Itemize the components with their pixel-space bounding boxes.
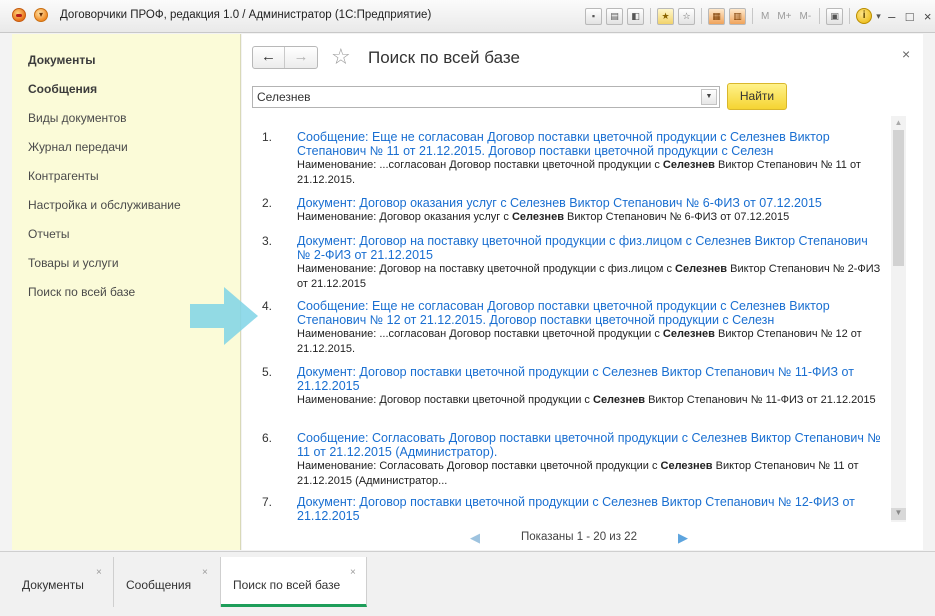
memory-button[interactable]: M <box>759 11 771 22</box>
result-description: Наименование: ...согласован Договор пост… <box>297 159 861 186</box>
title-bar: ▾ Договорчики ПРОФ, редакция 1.0 / Админ… <box>0 0 935 33</box>
sidebar-item-goods-services[interactable]: Товары и услуги <box>28 256 119 270</box>
result-link[interactable]: Документ: Договор поставки цветочной про… <box>297 495 882 520</box>
toolbar-divider <box>752 8 753 24</box>
result-description: Наименование: Договор оказания услуг с С… <box>297 211 790 223</box>
vertical-scrollbar[interactable]: ▲ ▼ <box>891 116 906 522</box>
dropdown-arrow-icon[interactable]: ▼ <box>701 89 717 105</box>
toolbar-divider <box>650 8 651 24</box>
window-edge <box>923 34 935 550</box>
sidebar-item-full-text-search[interactable]: Поиск по всей базе <box>28 285 135 299</box>
tab-messages[interactable]: Сообщения × <box>114 557 221 607</box>
sidebar-item-counterparties[interactable]: Контрагенты <box>28 169 99 183</box>
result-number: 4. <box>262 299 273 313</box>
tab-label: Документы <box>22 578 84 592</box>
tab-documents[interactable]: Документы × <box>10 557 114 607</box>
sidebar-item-transfer-log[interactable]: Журнал передачи <box>28 140 128 154</box>
search-form: ← → ☆ Поиск по всей базе × ▼ Найти 1. Со… <box>242 34 923 550</box>
save-icon[interactable]: ▪ <box>585 7 602 25</box>
result-description: Наименование: Договор поставки цветочной… <box>297 394 876 406</box>
close-window-button[interactable]: × <box>921 9 935 24</box>
close-icon[interactable]: × <box>350 567 356 578</box>
minimize-button[interactable]: – <box>885 9 899 24</box>
preview-icon[interactable]: ◧ <box>627 7 644 25</box>
result-link[interactable]: Документ: Договор поставки цветочной про… <box>297 365 882 393</box>
result-number: 3. <box>262 234 273 248</box>
annotation-arrow-icon <box>190 287 258 345</box>
result-description: Наименование: ...согласован Договор пост… <box>297 328 862 355</box>
panels-icon[interactable]: ▣ <box>826 7 844 25</box>
forward-arrow-icon[interactable]: → <box>285 47 317 68</box>
result-description: Наименование: Согласовать Договор постав… <box>297 460 859 487</box>
result-number: 1. <box>262 130 273 144</box>
calculator-icon[interactable]: ▦ <box>708 7 725 25</box>
result-number: 6. <box>262 431 273 445</box>
navigation-buttons: ← → <box>252 46 318 69</box>
search-input[interactable] <box>252 86 720 108</box>
memory-add-button[interactable]: M+ <box>775 11 793 22</box>
tab-label: Сообщения <box>126 578 192 592</box>
page-title: Поиск по всей базе <box>368 48 520 67</box>
tab-full-text-search[interactable]: Поиск по всей базе × <box>221 557 367 607</box>
close-icon[interactable]: × <box>96 567 102 578</box>
info-icon[interactable]: i <box>856 8 873 24</box>
toolbar-divider <box>849 8 851 24</box>
title-toolbar: ▪ ▤ ◧ ★ ☆ ▦ ▥ M M+ M- ▣ i ▾ – □ × <box>585 7 935 25</box>
toolbar-divider <box>819 8 821 24</box>
main-menu-button[interactable]: ▾ <box>34 8 48 22</box>
scrollbar-thumb[interactable] <box>893 130 904 266</box>
close-icon[interactable]: × <box>202 567 208 578</box>
result-link[interactable]: Документ: Договор на поставку цветочной … <box>297 234 882 262</box>
star-icon[interactable]: ☆ <box>331 45 351 69</box>
result-link[interactable]: Документ: Договор оказания услуг с Селез… <box>297 196 882 210</box>
memory-subtract-button[interactable]: M- <box>798 11 814 22</box>
pagination-status: Показаны 1 - 20 из 22 <box>521 531 637 543</box>
find-button[interactable]: Найти <box>727 83 787 110</box>
sidebar-item-settings[interactable]: Настройка и обслуживание <box>28 198 181 212</box>
previous-page-icon[interactable]: ◀ <box>470 530 480 546</box>
app-logo-icon <box>12 8 26 22</box>
result-number: 5. <box>262 365 273 379</box>
sidebar-item-reports[interactable]: Отчеты <box>28 227 69 241</box>
sidebar-item-messages[interactable]: Сообщения <box>28 82 97 96</box>
window-title: Договорчики ПРОФ, редакция 1.0 / Админис… <box>60 9 432 21</box>
result-number: 7. <box>262 495 273 509</box>
scroll-up-icon[interactable]: ▲ <box>891 118 906 130</box>
result-link[interactable]: Сообщение: Согласовать Договор поставки … <box>297 431 882 459</box>
history-icon[interactable]: ☆ <box>678 7 695 25</box>
pagination: ◀ Показаны 1 - 20 из 22 ▶ <box>462 530 702 546</box>
favorites-icon[interactable]: ★ <box>657 7 674 25</box>
result-number: 2. <box>262 196 273 210</box>
result-link[interactable]: Сообщение: Еще не согласован Договор пос… <box>297 299 882 327</box>
open-windows-tabbar: Документы × Сообщения × Поиск по всей ба… <box>0 551 935 616</box>
back-arrow-icon[interactable]: ← <box>253 47 286 68</box>
sidebar-item-documents[interactable]: Документы <box>28 53 95 67</box>
scroll-down-icon[interactable]: ▼ <box>891 508 906 520</box>
print-icon[interactable]: ▤ <box>606 7 623 25</box>
next-page-icon[interactable]: ▶ <box>678 530 688 546</box>
tab-label: Поиск по всей базе <box>233 578 341 592</box>
search-results-list: 1. Сообщение: Еще не согласован Договор … <box>242 122 907 520</box>
calendar-icon[interactable]: ▥ <box>729 7 746 25</box>
toolbar-divider <box>701 8 702 24</box>
maximize-button[interactable]: □ <box>903 9 917 24</box>
chevron-down-icon[interactable]: ▾ <box>876 11 881 22</box>
result-description: Наименование: Договор на поставку цветоч… <box>297 263 881 290</box>
close-icon[interactable]: × <box>902 46 910 62</box>
sidebar-item-document-types[interactable]: Виды документов <box>28 111 127 125</box>
result-link[interactable]: Сообщение: Еще не согласован Договор пос… <box>297 130 882 158</box>
